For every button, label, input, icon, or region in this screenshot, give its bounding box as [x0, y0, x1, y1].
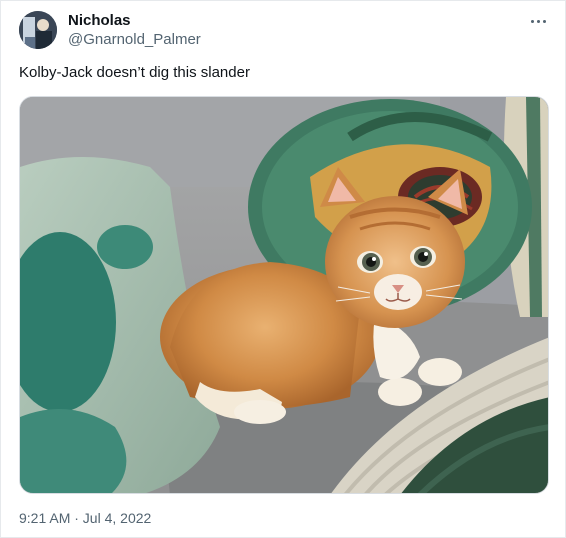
tweet-text: Kolby-Jack doesn’t dig this slander [19, 64, 250, 81]
tweet-card: Nicholas @Gnarnold_Palmer Kolby-Jack doe… [0, 0, 566, 538]
more-dot [536, 19, 540, 23]
more-dot [530, 19, 534, 23]
display-name[interactable]: Nicholas [68, 12, 131, 29]
avatar[interactable] [19, 11, 57, 49]
avatar-image [19, 11, 57, 49]
tweet-photo[interactable] [19, 96, 549, 494]
kitten-on-couch-photo [20, 97, 548, 493]
more-dot [542, 19, 546, 23]
more-horizontal-icon[interactable] [527, 11, 549, 31]
user-handle[interactable]: @Gnarnold_Palmer [68, 31, 201, 48]
tweet-timestamp[interactable]: 9:21 AM · Jul 4, 2022 [19, 510, 151, 526]
